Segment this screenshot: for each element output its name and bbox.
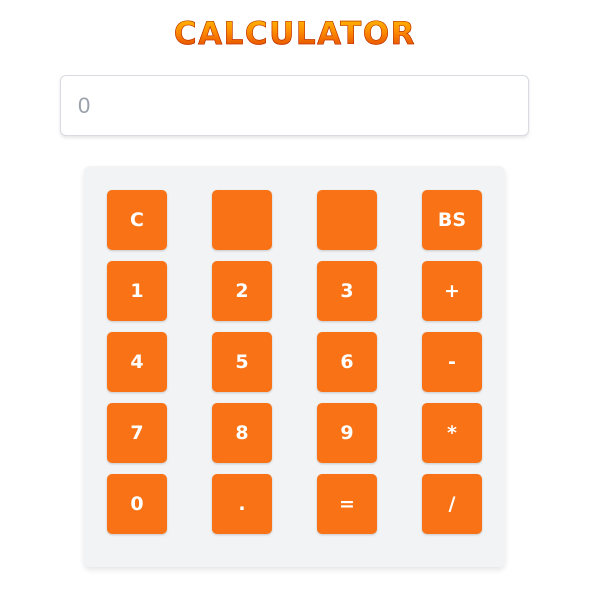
digit-5-button[interactable]: 5 <box>212 332 272 392</box>
divide-button[interactable]: / <box>422 474 482 534</box>
digit-8-button[interactable]: 8 <box>212 403 272 463</box>
blank-button-1[interactable] <box>212 190 272 250</box>
app-title: CALCULATOR <box>0 12 590 56</box>
decimal-button[interactable]: . <box>212 474 272 534</box>
digit-7-button[interactable]: 7 <box>107 403 167 463</box>
clear-button[interactable]: C <box>107 190 167 250</box>
backspace-button[interactable]: BS <box>422 190 482 250</box>
digit-1-button[interactable]: 1 <box>107 261 167 321</box>
digit-9-button[interactable]: 9 <box>317 403 377 463</box>
equals-button[interactable]: = <box>317 474 377 534</box>
blank-button-2[interactable] <box>317 190 377 250</box>
digit-3-button[interactable]: 3 <box>317 261 377 321</box>
calculator-display[interactable]: 0 <box>60 75 529 136</box>
digit-4-button[interactable]: 4 <box>107 332 167 392</box>
keypad: C BS 1 2 3 + 4 5 6 - 7 8 9 * 0 . = / <box>84 166 505 567</box>
add-button[interactable]: + <box>422 261 482 321</box>
subtract-button[interactable]: - <box>422 332 482 392</box>
digit-6-button[interactable]: 6 <box>317 332 377 392</box>
digit-2-button[interactable]: 2 <box>212 261 272 321</box>
multiply-button[interactable]: * <box>422 403 482 463</box>
keypad-grid: C BS 1 2 3 + 4 5 6 - 7 8 9 * 0 . = / <box>107 190 482 534</box>
digit-0-button[interactable]: 0 <box>107 474 167 534</box>
